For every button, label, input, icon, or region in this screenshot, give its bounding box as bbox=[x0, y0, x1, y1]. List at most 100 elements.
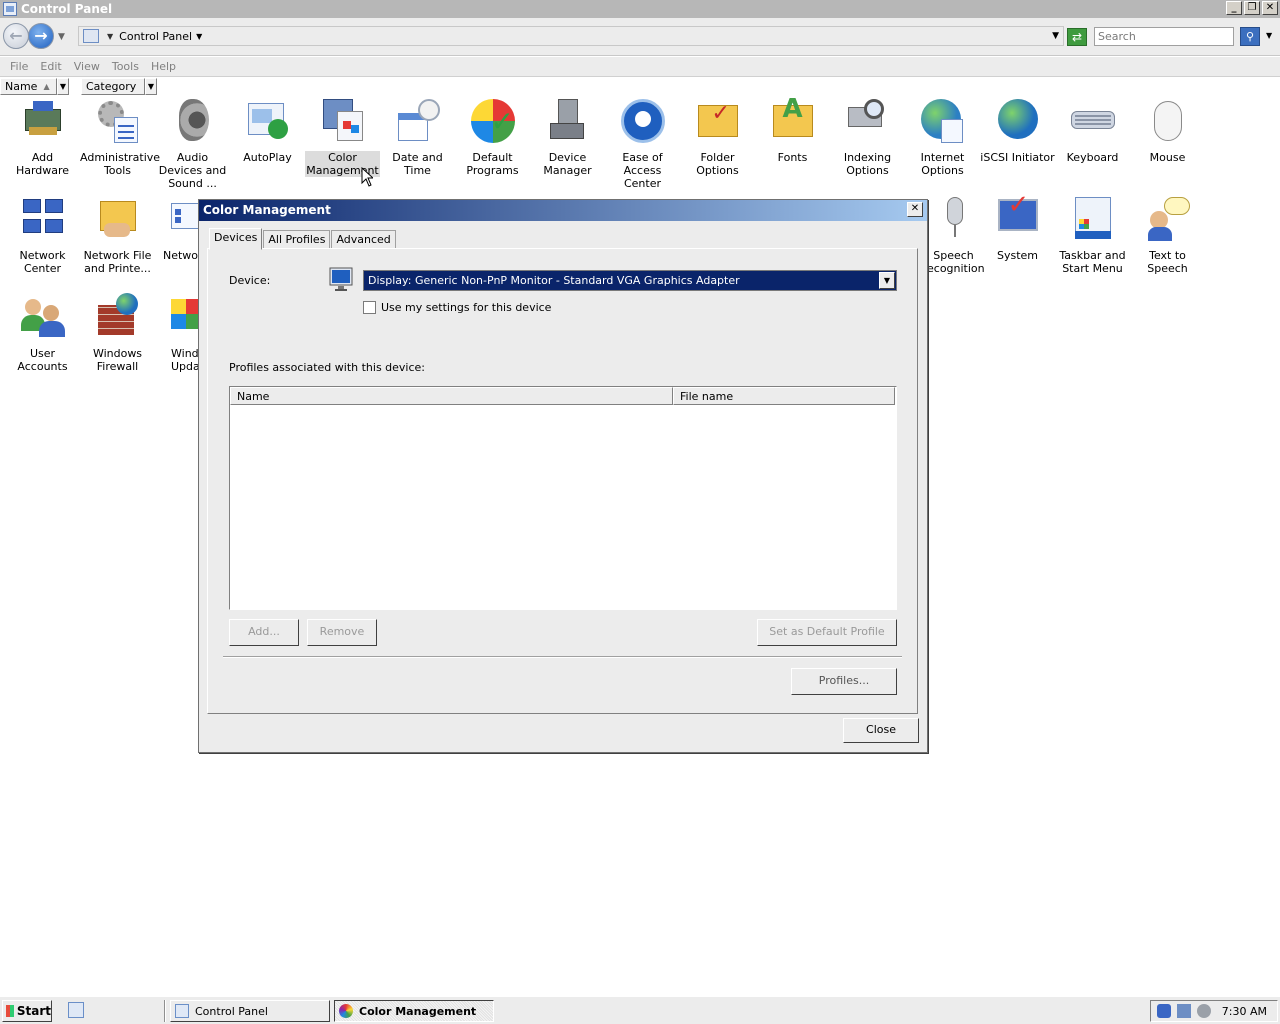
use-settings-checkbox[interactable] bbox=[363, 301, 376, 314]
tab-devices[interactable]: Devices bbox=[209, 228, 263, 250]
taskbar-item-color-management[interactable]: Color Management bbox=[334, 1000, 494, 1022]
shield-icon[interactable] bbox=[1157, 1004, 1171, 1018]
cp-item-windows-firewall[interactable]: Windows Firewall bbox=[80, 293, 155, 373]
devices-tab-panel: Device: Display: Generic Non-PnP Monitor… bbox=[207, 248, 918, 714]
dialog-close-icon[interactable]: ✕ bbox=[907, 202, 923, 217]
use-settings-row[interactable]: Use my settings for this device bbox=[363, 301, 551, 314]
device-select[interactable]: Display: Generic Non-PnP Monitor - Stand… bbox=[363, 270, 897, 291]
taskbar-start-menu-icon bbox=[1069, 195, 1117, 243]
cp-item-indexing-options[interactable]: Indexing Options bbox=[830, 97, 905, 177]
cp-item-iscsi-initiator[interactable]: iSCSI Initiator bbox=[980, 97, 1055, 164]
cp-item-keyboard[interactable]: Keyboard bbox=[1055, 97, 1130, 164]
close-dialog-button[interactable]: Close bbox=[843, 718, 919, 743]
mouse-icon bbox=[1144, 97, 1192, 145]
control-panel-icon bbox=[3, 2, 17, 16]
cp-item-mouse[interactable]: Mouse bbox=[1130, 97, 1205, 164]
chevron-down-icon[interactable]: ▼ bbox=[879, 272, 895, 289]
cp-item-label: Keyboard bbox=[1066, 151, 1119, 164]
cp-item-label: Folder Options bbox=[696, 151, 739, 177]
profiles-list-header: Name File name bbox=[230, 387, 896, 405]
tab-advanced[interactable]: Advanced bbox=[331, 230, 396, 250]
cp-item-administrative-tools[interactable]: Administrative Tools bbox=[80, 97, 160, 177]
windows-update-icon bbox=[169, 293, 200, 341]
recent-pages-dropdown[interactable]: ▼ bbox=[58, 32, 65, 42]
menu-file[interactable]: File bbox=[10, 60, 28, 73]
cp-item-taskbar-start-menu[interactable]: Taskbar and Start Menu bbox=[1055, 195, 1130, 275]
cp-item-default-programs[interactable]: ✓ Default Programs bbox=[455, 97, 530, 177]
menu-help[interactable]: Help bbox=[151, 60, 176, 73]
add-profile-button[interactable]: Add... bbox=[229, 619, 299, 646]
cp-item-label: Network File and Printe... bbox=[83, 249, 152, 275]
cp-item-ease-of-access[interactable]: Ease of Access Center bbox=[605, 97, 680, 190]
profiles-button[interactable]: Profiles... bbox=[791, 668, 897, 695]
cp-item-label: Ease of Access Center bbox=[622, 151, 663, 190]
tab-all-profiles[interactable]: All Profiles bbox=[263, 230, 331, 250]
refresh-button[interactable]: ⇄ bbox=[1067, 28, 1087, 46]
fonts-icon: A bbox=[769, 96, 817, 145]
column-name[interactable]: Name ▲ bbox=[0, 78, 57, 95]
administrative-tools-icon bbox=[94, 97, 142, 145]
system-icon: ✓ bbox=[994, 192, 1042, 243]
cp-item-label: Add Hardware bbox=[15, 151, 70, 177]
restore-button[interactable]: ❐ bbox=[1244, 1, 1260, 15]
dialog-titlebar: Color Management ✕ bbox=[199, 200, 927, 221]
cp-item-text-to-speech[interactable]: Text to Speech bbox=[1130, 195, 1205, 275]
cp-item-network[interactable]: Networ bbox=[155, 195, 200, 262]
set-default-profile-button[interactable]: Set as Default Profile bbox=[757, 619, 897, 646]
cp-item-date-time[interactable]: Date and Time bbox=[380, 97, 455, 177]
cp-item-label: Default Programs bbox=[466, 151, 519, 177]
cp-item-label: Windows Firewall bbox=[92, 347, 143, 373]
cp-item-network-file-printer[interactable]: Network File and Printe... bbox=[80, 195, 155, 275]
color-management-icon bbox=[319, 97, 367, 145]
autoplay-icon bbox=[244, 97, 292, 145]
back-arrow-icon: ← bbox=[9, 26, 23, 45]
cp-item-internet-options[interactable]: Internet Options bbox=[905, 97, 980, 177]
chevron-down-icon[interactable]: ▼ bbox=[196, 32, 202, 41]
cp-item-device-manager[interactable]: Device Manager bbox=[530, 97, 605, 177]
clock[interactable]: 7:30 AM bbox=[1222, 1005, 1267, 1018]
menu-tools[interactable]: Tools bbox=[112, 60, 139, 73]
cp-item-audio-devices[interactable]: Audio Devices and Sound ... bbox=[155, 97, 230, 190]
column-profile-name[interactable]: Name bbox=[230, 387, 673, 405]
network-tray-icon[interactable] bbox=[1177, 1004, 1191, 1018]
close-button[interactable]: ✕ bbox=[1262, 1, 1278, 15]
cp-item-add-hardware[interactable]: Add Hardware bbox=[5, 97, 80, 177]
address-field[interactable]: ▼ Control Panel ▼ ▼ bbox=[78, 26, 1064, 46]
taskbar-item-control-panel[interactable]: Control Panel bbox=[170, 1000, 330, 1022]
forward-button[interactable]: → bbox=[28, 23, 54, 49]
cp-item-label: Mouse bbox=[1149, 151, 1186, 164]
quick-launch-explorer-icon[interactable] bbox=[68, 1002, 84, 1018]
cp-item-folder-options[interactable]: ✓ Folder Options bbox=[680, 97, 755, 178]
remove-profile-button[interactable]: Remove bbox=[307, 619, 377, 646]
cp-item-user-accounts[interactable]: User Accounts bbox=[5, 293, 80, 373]
cp-item-fonts[interactable]: A Fonts bbox=[755, 96, 830, 164]
cp-item-network-center[interactable]: Network Center bbox=[5, 195, 80, 275]
color-management-dialog: Color Management ✕ Devices All Profiles … bbox=[198, 199, 928, 753]
volume-icon[interactable] bbox=[1197, 1004, 1211, 1018]
search-input[interactable]: Search bbox=[1094, 27, 1234, 46]
search-button[interactable]: ⚲ bbox=[1240, 27, 1260, 46]
column-category-dropdown[interactable]: ▼ bbox=[145, 78, 157, 95]
column-category[interactable]: Category bbox=[81, 78, 145, 95]
windows-firewall-icon bbox=[94, 293, 142, 341]
column-file-name[interactable]: File name bbox=[673, 387, 895, 405]
cp-item-color-management[interactable]: Color Management bbox=[305, 97, 380, 177]
menu-view[interactable]: View bbox=[74, 60, 100, 73]
cp-item-system[interactable]: ✓ System bbox=[980, 192, 1055, 262]
address-dropdown-icon[interactable]: ▼ bbox=[1052, 31, 1059, 41]
column-name-dropdown[interactable]: ▼ bbox=[57, 78, 69, 95]
cp-item-windows-update[interactable]: Windo Upda bbox=[155, 293, 200, 373]
cp-item-autoplay[interactable]: AutoPlay bbox=[230, 97, 305, 164]
start-label: Start bbox=[16, 1004, 51, 1018]
search-options-dropdown[interactable]: ▼ bbox=[1266, 31, 1272, 40]
minimize-button[interactable]: _ bbox=[1226, 1, 1242, 15]
profiles-list[interactable]: Name File name bbox=[229, 386, 897, 610]
chevron-down-icon[interactable]: ▼ bbox=[107, 32, 113, 41]
breadcrumb-control-panel[interactable]: Control Panel bbox=[119, 30, 192, 43]
menu-bar: File Edit View Tools Help bbox=[0, 57, 1280, 77]
sort-arrow-icon: ▲ bbox=[43, 82, 50, 91]
back-button[interactable]: ← bbox=[3, 23, 29, 49]
menu-edit[interactable]: Edit bbox=[40, 60, 61, 73]
cp-item-label: Indexing Options bbox=[843, 151, 892, 177]
start-button[interactable]: Start bbox=[2, 1000, 52, 1022]
